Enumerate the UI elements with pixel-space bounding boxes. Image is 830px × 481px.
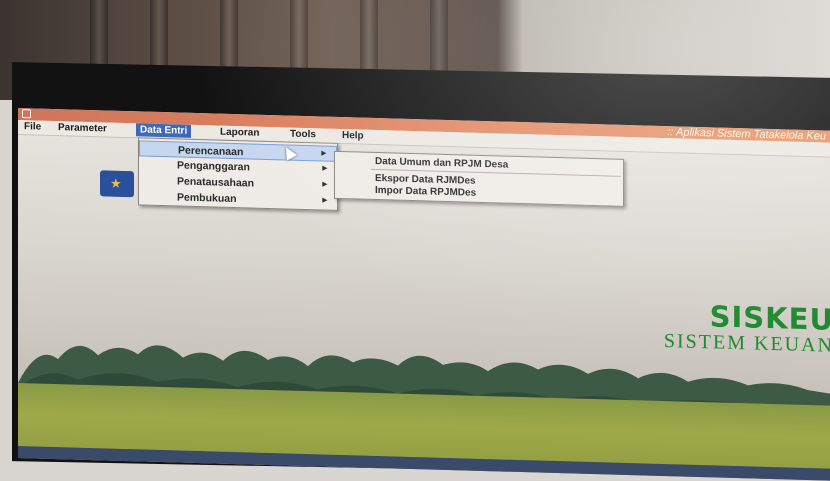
dropdown-item-label: Perencanaan xyxy=(178,144,244,159)
menu-file[interactable]: File xyxy=(20,120,45,134)
menu-laporan[interactable]: Laporan xyxy=(216,126,263,140)
dropdown-item-label: Pembukuan xyxy=(177,191,237,206)
menu-help[interactable]: Help xyxy=(338,129,368,143)
logo-star-icon: ★ xyxy=(110,175,122,191)
dropdown-item-label: Penganggaran xyxy=(177,159,250,174)
menu-parameter[interactable]: Parameter xyxy=(54,121,111,136)
app-icon xyxy=(22,109,31,119)
app-logo: ★ xyxy=(100,170,134,198)
submenu-item-label: Impor Data RPJMDes xyxy=(375,184,477,199)
menu-tools[interactable]: Tools xyxy=(286,127,320,141)
menu-data-entri[interactable]: Data Entri xyxy=(136,123,192,138)
submenu-arrow-icon: ▸ xyxy=(322,194,327,205)
perencanaan-submenu: Data Umum dan RPJM Desa Ekspor Data RJMD… xyxy=(334,150,624,207)
submenu-arrow-icon: ▸ xyxy=(322,162,327,173)
submenu-arrow-icon: ▸ xyxy=(321,147,326,158)
data-entri-dropdown: Perencanaan ▸ Penganggaran ▸ Penatausaha… xyxy=(138,137,338,211)
submenu-item-label: Data Umum dan RPJM Desa xyxy=(375,155,509,171)
brand-subtitle: SISTEM KEUAN xyxy=(663,330,830,357)
app-screen: :: Aplikasi Sistem Tatakelola Keu File P… xyxy=(18,108,830,481)
submenu-arrow-icon: ▸ xyxy=(322,178,327,189)
dropdown-item-label: Penatausahaan xyxy=(177,175,255,190)
